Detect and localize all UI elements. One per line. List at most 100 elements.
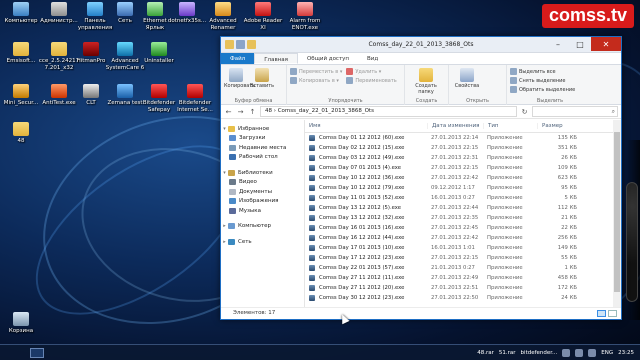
forward-button[interactable]: → bbox=[236, 107, 245, 116]
close-button[interactable]: ✕ bbox=[591, 37, 621, 51]
expand-arrow-icon[interactable]: ▾ bbox=[221, 170, 228, 176]
tray-volume-icon[interactable] bbox=[588, 349, 597, 357]
nav-video[interactable]: Видео bbox=[221, 178, 304, 188]
delete-button[interactable]: Удалить ▾ bbox=[346, 67, 396, 76]
nav-favorites[interactable]: ▾ Избранное bbox=[221, 124, 304, 134]
tray-file[interactable]: bitdefender... bbox=[521, 350, 558, 356]
maximize-button[interactable]: □ bbox=[569, 37, 591, 51]
nav-downloads[interactable]: Загрузки bbox=[221, 134, 304, 144]
back-button[interactable]: ← bbox=[224, 107, 233, 116]
desktop-icon-mini-security[interactable]: Mini_Secur... bbox=[0, 84, 42, 107]
minimize-button[interactable]: – bbox=[547, 37, 569, 51]
nav-network[interactable]: ▸ Сеть bbox=[221, 237, 304, 247]
file-name-cell: Comss Day 01 12 2012 (60).exe bbox=[305, 135, 427, 141]
file-row[interactable]: Comss Day 13 12 2012 (32).exe 27.01.2013 … bbox=[305, 213, 621, 223]
desktop-icon-bitdefender-internet[interactable]: Bitdefender Internet Se... bbox=[174, 84, 216, 113]
desktop-icon-computer[interactable]: Компьютер bbox=[0, 2, 42, 25]
tray-flag-icon[interactable] bbox=[562, 349, 571, 357]
file-date: 27.01.2013 22:42 bbox=[431, 235, 479, 241]
up-button[interactable]: ↑ bbox=[248, 107, 257, 116]
file-row[interactable]: Comss Day 03 12 2012 (49).exe 27.01.2013 … bbox=[305, 153, 621, 163]
select-all-button[interactable]: Выделить все bbox=[510, 67, 590, 76]
address-path[interactable]: 48 › Comss_day_22_01_2013_3868_Ots bbox=[260, 106, 517, 117]
rename-button[interactable]: Переименовать bbox=[346, 76, 397, 85]
language-indicator[interactable]: ENG bbox=[601, 350, 613, 356]
file-size: 458 КБ bbox=[557, 275, 577, 281]
expand-arrow-icon[interactable]: ▸ bbox=[221, 223, 228, 229]
select-none-button[interactable]: Снять выделение bbox=[510, 76, 590, 85]
file-row[interactable]: Comss Day 16 01 2013 (16).exe 27.01.2013 … bbox=[305, 223, 621, 233]
tray-file[interactable]: 51.rar bbox=[499, 350, 516, 356]
nav-recent[interactable]: Недавние места bbox=[221, 143, 304, 153]
select-none-icon bbox=[510, 77, 517, 84]
file-row[interactable]: Comss Day 02 12 2012 (15).exe 27.01.2013 … bbox=[305, 143, 621, 153]
vertical-scrollbar[interactable] bbox=[613, 120, 621, 307]
pictures-icon bbox=[229, 198, 236, 205]
file-row[interactable]: Comss Day 17 01 2013 (10).exe 16.01.2013 … bbox=[305, 243, 621, 253]
search-input[interactable]: ⌕ bbox=[532, 106, 618, 117]
column-name[interactable]: Имя bbox=[305, 123, 427, 129]
file-date: 27.01.2013 22:51 bbox=[431, 285, 479, 291]
tab-file[interactable]: Файл bbox=[221, 53, 255, 64]
window-titlebar[interactable]: Comss_day_22_01_2013_3868_Ots – □ ✕ bbox=[221, 37, 621, 53]
details-view-button[interactable] bbox=[597, 310, 606, 317]
expand-arrow-icon[interactable]: ▾ bbox=[221, 126, 228, 132]
file-type: Приложение bbox=[487, 165, 523, 171]
copy-button[interactable]: Копировать bbox=[224, 67, 255, 89]
column-date[interactable]: Дата изменения bbox=[427, 123, 483, 129]
invert-selection-button[interactable]: Обратить выделение bbox=[510, 85, 590, 94]
tray-network-icon[interactable] bbox=[575, 349, 584, 357]
nav-documents[interactable]: Документы bbox=[221, 187, 304, 197]
file-row[interactable]: Comss Day 01 12 2012 (60).exe 27.01.2013 … bbox=[305, 133, 621, 143]
hitmanpro-icon bbox=[83, 42, 99, 56]
file-type: Приложение bbox=[487, 275, 523, 281]
tab-home[interactable]: Главная bbox=[254, 53, 298, 64]
clock[interactable]: 23:25 bbox=[618, 350, 634, 356]
file-row[interactable]: Comss Day 27 11 2012 (11).exe 27.01.2013 … bbox=[305, 273, 621, 283]
nav-desktop[interactable]: Рабочий стол bbox=[221, 153, 304, 163]
desktop-icon-alarm[interactable]: Alarm from ENOT.exe bbox=[280, 2, 330, 31]
tray-file[interactable]: 48.rar bbox=[477, 350, 494, 356]
refresh-button[interactable]: ↻ bbox=[520, 107, 529, 116]
file-row[interactable]: Comss Day 07 01 2013 (4).exe 27.01.2013 2… bbox=[305, 163, 621, 173]
expand-arrow-icon[interactable]: ▸ bbox=[221, 239, 228, 245]
desktop-icon-emsisoft[interactable]: Emsisoft... bbox=[0, 42, 42, 65]
network-icon bbox=[228, 238, 235, 245]
file-size: 109 КБ bbox=[557, 165, 577, 171]
file-date: 27.01.2013 22:15 bbox=[431, 165, 479, 171]
tab-view[interactable]: Вид bbox=[358, 53, 387, 64]
icons-view-button[interactable] bbox=[608, 310, 617, 317]
desktop-icon-advanced-renamer[interactable]: Advanced Renamer bbox=[202, 2, 244, 31]
nav-pictures[interactable]: Изображения bbox=[221, 197, 304, 207]
file-type: Приложение bbox=[487, 245, 523, 251]
scrollbar-thumb[interactable] bbox=[614, 132, 620, 292]
file-row[interactable]: Comss Day 10 12 2012 (36).exe 27.01.2013 … bbox=[305, 173, 621, 183]
desktop-icon-folder-48[interactable]: 48 bbox=[0, 122, 42, 145]
file-row[interactable]: Comss Day 27 11 2012 (20).exe 27.01.2013 … bbox=[305, 283, 621, 293]
desktop-icon-adobe-reader[interactable]: Adobe Reader XI bbox=[242, 2, 284, 31]
new-folder-button[interactable]: Создать папку bbox=[408, 67, 444, 95]
column-size[interactable]: Размер bbox=[537, 123, 583, 129]
desktop-icon-recycle-bin[interactable]: Корзина bbox=[0, 312, 42, 335]
exe-file-icon bbox=[309, 195, 315, 201]
start-button[interactable] bbox=[30, 348, 44, 358]
move-to-button[interactable]: Переместить в ▾ bbox=[290, 67, 342, 76]
file-row[interactable]: Comss Day 30 12 2012 (23).exe 27.01.2013 … bbox=[305, 293, 621, 303]
copy-to-button[interactable]: Копировать в ▾ bbox=[290, 76, 342, 85]
paste-button[interactable]: Вставить bbox=[250, 67, 274, 89]
properties-button[interactable]: Свойства bbox=[452, 67, 482, 89]
tab-share[interactable]: Общий доступ bbox=[298, 53, 358, 64]
nav-music[interactable]: Музыка bbox=[221, 206, 304, 216]
file-row[interactable]: Comss Day 10 12 2012 (79).exe 09.12.2012 … bbox=[305, 183, 621, 193]
nav-computer[interactable]: ▸ Компьютер bbox=[221, 222, 304, 232]
nav-libraries[interactable]: ▾ Библиотеки bbox=[221, 168, 304, 178]
file-row[interactable]: Comss Day 22 01 2013 (57).exe 21.01.2013 … bbox=[305, 263, 621, 273]
file-date: 21.01.2013 0:27 bbox=[431, 265, 475, 271]
explorer-window[interactable]: Comss_day_22_01_2013_3868_Ots – □ ✕ Файл… bbox=[220, 36, 622, 320]
file-row[interactable]: Comss Day 13 12 2012 (5).exe 27.01.2013 2… bbox=[305, 203, 621, 213]
file-row[interactable]: Comss Day 17 12 2012 (23).exe 27.01.2013 … bbox=[305, 253, 621, 263]
column-type[interactable]: Тип bbox=[483, 123, 537, 129]
file-row[interactable]: Comss Day 16 12 2012 (44).exe 27.01.2013 … bbox=[305, 233, 621, 243]
file-row[interactable]: Comss Day 11 01 2013 (52).exe 16.01.2013 … bbox=[305, 193, 621, 203]
desktop-icon-uninstaller[interactable]: Uninstaller bbox=[138, 42, 180, 65]
